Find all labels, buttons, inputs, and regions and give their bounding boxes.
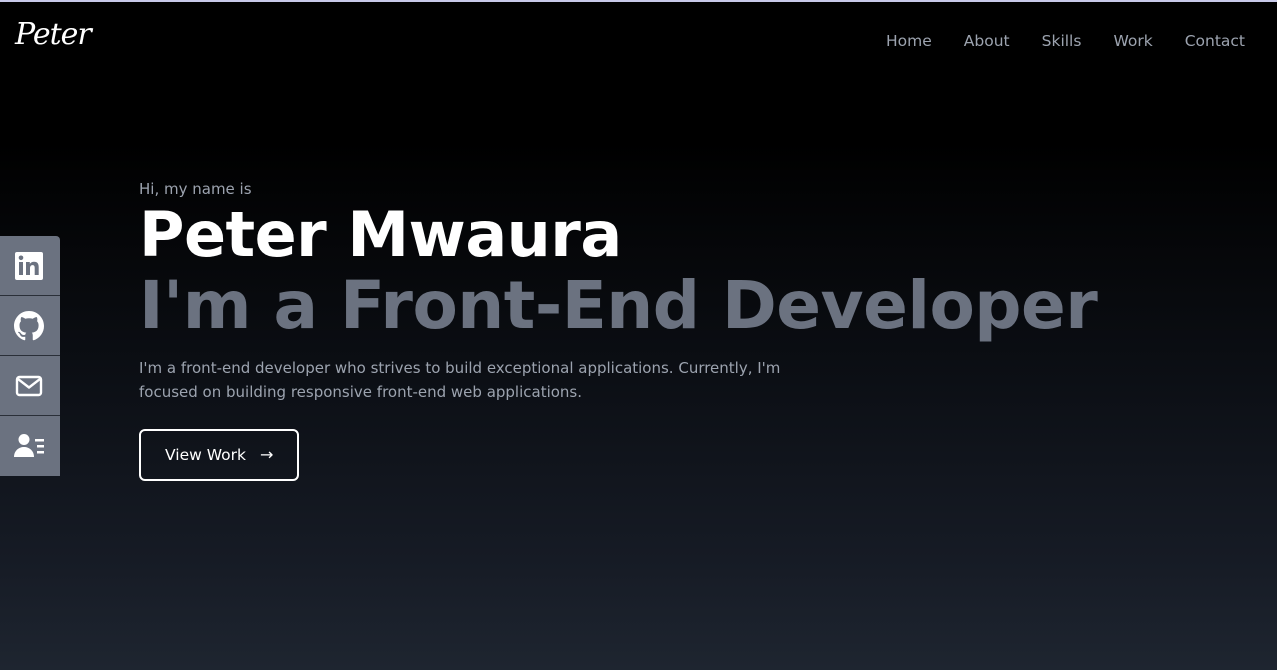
site-logo[interactable]: Peter bbox=[15, 17, 92, 52]
nav-item-about[interactable]: About bbox=[964, 30, 1010, 52]
main-navigation: Home About Skills Work Contact bbox=[886, 30, 1245, 52]
view-work-button[interactable]: View Work → bbox=[139, 429, 300, 481]
nav-item-contact[interactable]: Contact bbox=[1185, 30, 1245, 52]
email-link[interactable] bbox=[0, 356, 60, 416]
social-links-sidebar bbox=[0, 236, 60, 476]
view-work-label: View Work bbox=[165, 446, 246, 464]
resume-link[interactable] bbox=[0, 416, 60, 476]
linkedin-link[interactable] bbox=[0, 236, 60, 296]
mail-icon bbox=[15, 375, 43, 396]
top-border-line bbox=[0, 0, 1277, 2]
nav-item-home[interactable]: Home bbox=[886, 30, 932, 52]
github-icon bbox=[14, 310, 44, 340]
hero-greeting: Hi, my name is bbox=[139, 180, 252, 198]
github-link[interactable] bbox=[0, 296, 60, 356]
hero-description: I'm a front-end developer who strives to… bbox=[139, 359, 781, 401]
hero-role: I'm a Front-End Developer bbox=[139, 267, 1098, 344]
hero-section: Hi, my name is Peter Mwaura I'm a Front-… bbox=[139, 178, 1098, 481]
arrow-right-icon: → bbox=[259, 445, 274, 464]
nav-item-skills[interactable]: Skills bbox=[1042, 30, 1082, 52]
nav-item-work[interactable]: Work bbox=[1113, 30, 1152, 52]
hero-name: Peter Mwaura bbox=[139, 198, 622, 271]
resume-icon bbox=[14, 434, 44, 457]
linkedin-icon bbox=[15, 251, 43, 280]
